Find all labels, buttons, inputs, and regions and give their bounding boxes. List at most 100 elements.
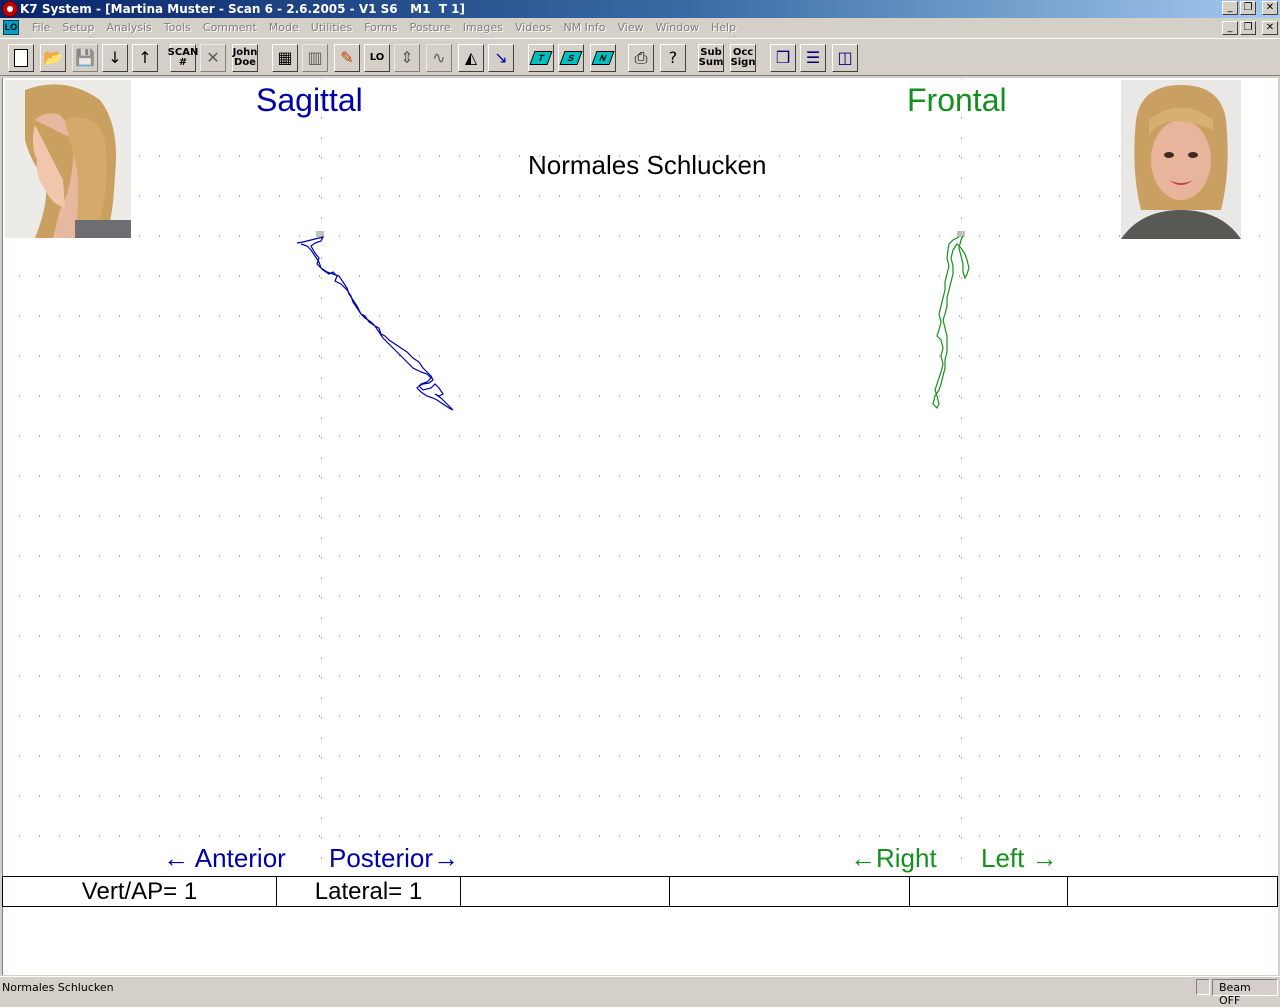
context-help-button[interactable]: ? — [660, 44, 686, 72]
menu-view[interactable]: View — [611, 21, 649, 34]
view-t-icon: T — [529, 51, 553, 65]
info-cell-4 — [670, 877, 910, 906]
floppy-disk-icon: 💾 — [75, 48, 95, 67]
app-icon[interactable] — [2, 1, 18, 17]
menu-posture[interactable]: Posture — [404, 21, 457, 34]
close-button[interactable]: ✕ — [1262, 1, 1278, 15]
trace-layer — [296, 231, 970, 411]
menu-nm-info[interactable]: NM Info — [557, 21, 611, 34]
new-file-button[interactable] — [8, 44, 34, 72]
child-minimize-button[interactable]: _ — [1222, 21, 1238, 35]
tile-vertical-icon: ◫ — [837, 48, 853, 67]
trace-icon: ↘ — [494, 48, 508, 67]
john-doe-button[interactable]: John Doe — [232, 44, 258, 72]
sagittal-origin-marker — [316, 231, 324, 237]
menu-tools[interactable]: Tools — [158, 21, 197, 34]
arrow-up-icon: ↑ — [138, 48, 152, 67]
grid-chart-button[interactable]: ▦ — [272, 44, 298, 72]
lo-vert-icon: LO — [369, 52, 385, 63]
status-panel-divider — [1196, 979, 1210, 995]
sub-sum-button[interactable]: Sub Sum — [698, 44, 724, 72]
status-text: Normales Schlucken — [2, 981, 114, 994]
menu-videos[interactable]: Videos — [509, 21, 558, 34]
waveform-button[interactable]: ∿ — [426, 44, 452, 72]
left-direction-label: Left → — [981, 843, 1058, 873]
minimize-button[interactable]: _ — [1222, 1, 1238, 15]
view-s-button[interactable]: S — [558, 44, 584, 72]
sagittal-trace — [296, 236, 454, 411]
toolbar: 📂 💾 ↓ ↑ SCAN # ✕ John Doe ▦ ▥ ✎ LO ⇕ ∿ ◭ ↘… — [0, 38, 1280, 76]
menu-comment[interactable]: Comment — [197, 21, 263, 34]
scatter-button[interactable]: ✕ — [200, 44, 226, 72]
mdi-child-icon[interactable]: LO — [3, 20, 19, 35]
menu-utilities[interactable]: Utilities — [305, 21, 358, 34]
eraser-icon: ◭ — [464, 48, 478, 67]
grid-chart-icon: ▦ — [277, 48, 293, 67]
pencil-button[interactable]: ✎ — [334, 44, 360, 72]
cascade-button[interactable]: ❒ — [770, 44, 796, 72]
scan-number-icon: SCAN # — [167, 47, 199, 68]
occ-sign-button[interactable]: Occ Sign — [730, 44, 756, 72]
occ-sign-icon: Occ Sign — [730, 47, 756, 68]
scan-down-button[interactable]: ↓ — [102, 44, 128, 72]
menu-setup[interactable]: Setup — [56, 21, 100, 34]
new-file-icon — [14, 49, 28, 67]
lateral-scale-cell: Lateral= 1 — [277, 877, 461, 906]
info-cell-5 — [910, 877, 1068, 906]
info-cell-3 — [461, 877, 670, 906]
window-title: K7 System - [Martina Muster - Scan 6 - 2… — [20, 2, 466, 16]
open-folder-button[interactable]: 📂 — [40, 44, 66, 72]
child-restore-button[interactable]: ❐ — [1240, 21, 1256, 35]
status-bar: Normales Schlucken Beam OFF — [0, 976, 1280, 1007]
menu-file[interactable]: File — [26, 21, 56, 34]
printer-icon: ⎙ — [634, 48, 648, 67]
tile-vertical-button[interactable]: ◫ — [832, 44, 858, 72]
posterior-direction-label: Posterior→ — [329, 843, 460, 873]
john-doe-icon: John Doe — [232, 47, 258, 68]
eraser-button[interactable]: ◭ — [458, 44, 484, 72]
frontal-trace — [932, 235, 970, 410]
scan-number-button[interactable]: SCAN # — [167, 44, 199, 72]
beam-status: Beam OFF — [1212, 979, 1278, 1007]
title-bar: K7 System - [Martina Muster - Scan 6 - 2… — [0, 0, 1280, 18]
bar-chart-icon: ▥ — [307, 48, 323, 67]
bar-chart-button[interactable]: ▥ — [302, 44, 328, 72]
tracking-canvas: Sagittal Frontal Normales Schlucken ← An… — [2, 78, 1278, 876]
anterior-direction-label: ← Anterior — [163, 843, 286, 873]
lower-blank-area — [2, 907, 1278, 975]
arrow-down-icon: ↓ — [108, 48, 122, 67]
pencil-icon: ✎ — [340, 48, 354, 67]
view-s-icon: S — [559, 51, 583, 65]
scan-up-button[interactable]: ↑ — [132, 44, 158, 72]
scale-icon: ⇕ — [400, 48, 414, 67]
scale-button[interactable]: ⇕ — [394, 44, 420, 72]
lo-vert-button[interactable]: LO — [364, 44, 390, 72]
menu-window[interactable]: Window — [650, 21, 705, 34]
view-n-button[interactable]: N — [590, 44, 616, 72]
help-pointer-icon: ? — [668, 48, 678, 67]
frontal-origin-marker — [957, 231, 965, 237]
info-cell-6 — [1068, 877, 1277, 906]
menu-mode[interactable]: Mode — [263, 21, 305, 34]
save-button[interactable]: 💾 — [72, 44, 98, 72]
scale-info-table: Vert/AP= 1 Lateral= 1 — [2, 876, 1278, 907]
view-n-icon: N — [591, 51, 615, 65]
right-direction-label: ←Right — [850, 843, 937, 873]
tile-horizontal-icon: ☰ — [805, 48, 821, 67]
folder-open-icon: 📂 — [43, 48, 63, 67]
menu-bar: LO File Setup Analysis Tools Comment Mode Util… — [0, 18, 1280, 38]
menu-images[interactable]: Images — [457, 21, 509, 34]
print-button[interactable]: ⎙ — [628, 44, 654, 72]
tile-horizontal-button[interactable]: ☰ — [800, 44, 826, 72]
menu-help[interactable]: Help — [705, 21, 742, 34]
waveform-icon: ∿ — [432, 48, 446, 67]
menu-analysis[interactable]: Analysis — [100, 21, 157, 34]
vert-ap-scale-cell: Vert/AP= 1 — [3, 877, 277, 906]
cross-arrows-icon: ✕ — [206, 48, 220, 67]
menu-forms[interactable]: Forms — [358, 21, 403, 34]
child-close-button[interactable]: ✕ — [1262, 21, 1278, 35]
restore-button[interactable]: ❐ — [1240, 1, 1256, 15]
view-t-button[interactable]: T — [528, 44, 554, 72]
cascade-icon: ❒ — [775, 48, 791, 67]
trace-button[interactable]: ↘ — [488, 44, 514, 72]
